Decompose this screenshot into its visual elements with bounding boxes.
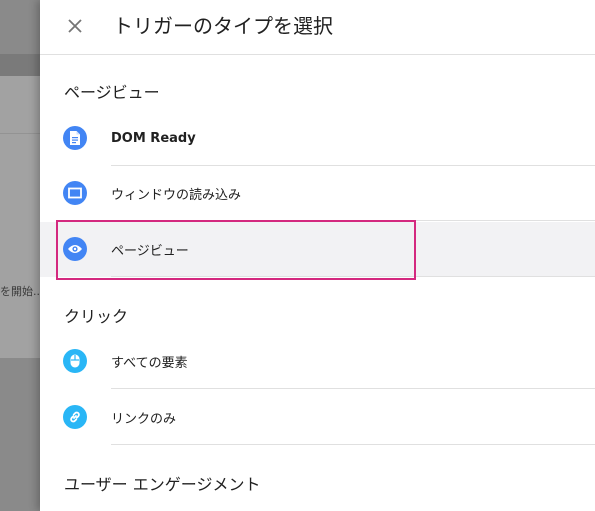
mouse-icon — [63, 349, 87, 373]
trigger-item-label: ページビュー — [111, 244, 189, 259]
background-toolbar — [0, 54, 40, 76]
section-heading-user-engagement: ユーザー エンゲージメント — [64, 475, 261, 494]
trigger-item-label: リンクのみ — [111, 412, 177, 427]
trigger-item-label: ウィンドウの読み込み — [111, 188, 242, 203]
dialog-title: トリガーのタイプを選択 — [113, 14, 333, 38]
link-icon — [63, 405, 87, 429]
trigger-item-all-elements[interactable]: すべての要素 — [40, 334, 595, 389]
eye-icon — [63, 237, 87, 261]
close-icon — [68, 19, 82, 33]
section-heading-page-view: ページビュー — [64, 83, 160, 102]
trigger-item-label: DOM Ready — [111, 131, 196, 146]
document-icon — [63, 126, 87, 150]
divider — [111, 444, 595, 445]
trigger-item-dom-ready[interactable]: DOM Ready — [40, 111, 595, 166]
trigger-item-label: すべての要素 — [111, 356, 188, 371]
divider — [111, 220, 595, 221]
divider — [111, 276, 595, 277]
section-heading-click: クリック — [64, 307, 129, 326]
background-panel — [0, 76, 40, 358]
close-button[interactable] — [60, 11, 90, 41]
trigger-item-page-view[interactable]: ページビュー — [40, 222, 595, 277]
background-divider — [0, 133, 40, 134]
divider — [111, 388, 595, 389]
trigger-item-links-only[interactable]: リンクのみ — [40, 390, 595, 445]
background-truncated-text: を開始... — [0, 285, 40, 298]
dialog-header: トリガーのタイプを選択 — [40, 0, 595, 55]
background-page: を開始... — [0, 0, 40, 511]
trigger-type-dialog: トリガーのタイプを選択 ページビュー DOM Ready ウィンドウの読み込み — [40, 0, 595, 511]
window-icon — [63, 181, 87, 205]
trigger-item-window-loaded[interactable]: ウィンドウの読み込み — [40, 166, 595, 221]
